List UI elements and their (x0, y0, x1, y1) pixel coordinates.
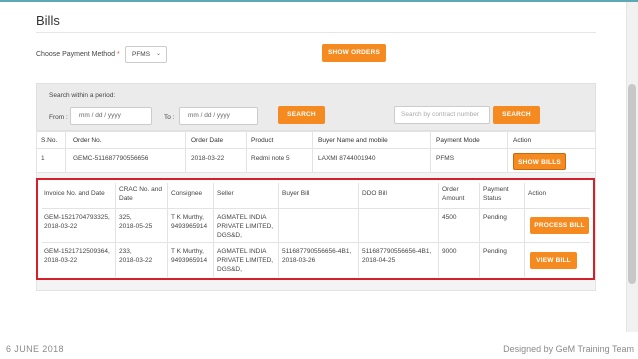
column-divider (185, 132, 186, 148)
cell-buyer: LAXMI 8744001940 (318, 155, 376, 162)
show-orders-button[interactable]: SHOW ORDERS (322, 44, 386, 62)
cell-consignee: T K Murthy, 9493965914 (171, 248, 208, 264)
search-period-label: Search within a period: (49, 92, 116, 99)
cell-consignee: T K Murthy, 9493965914 (171, 214, 208, 230)
cell-product: Redmi note 5 (251, 155, 290, 162)
col-payment-mode: Payment Mode (436, 137, 480, 144)
column-divider (507, 132, 508, 148)
cell-buyer-bill: 511687790556656-4B1, 2018-03-26 (282, 248, 352, 264)
col-payment-status: Payment Status (483, 186, 509, 202)
payment-method-value: PFMS (132, 51, 151, 58)
vertical-scrollbar[interactable] (626, 2, 638, 332)
view-bill-button[interactable]: VIEW BILL (530, 252, 577, 269)
col-consignee: Consignee (171, 190, 203, 197)
col-order-no: Order No. (73, 137, 102, 144)
col-invoice: Invoice No. and Date (44, 190, 105, 197)
cell-order-amount: 4500 (442, 214, 457, 221)
process-bill-button[interactable]: PROCESS BILL (530, 217, 589, 234)
cell-seller: AGMATEL INDIA PRIVATE LIMITED, DGS&D, (217, 248, 274, 273)
col-order-amount: Order Amount (442, 186, 465, 202)
date-search-button[interactable]: SEARCH (278, 106, 325, 124)
column-divider (430, 149, 431, 172)
table-row: GEM-1521704793325, 2018-03-22 325, 2018-… (42, 209, 590, 243)
title-divider (36, 32, 596, 33)
scrollbar-thumb[interactable] (628, 84, 636, 284)
payment-method-select[interactable]: PFMS ⌄ (125, 46, 167, 63)
column-divider (430, 132, 431, 148)
cell-payment-mode: PFMS (436, 155, 455, 162)
cell-order-no: GEMC-511687790556656 (73, 155, 149, 162)
table-row: 1 GEMC-511687790556656 2018-03-22 Redmi … (36, 149, 596, 173)
bills-table: Invoice No. and Date CRAC No. and Date C… (42, 183, 590, 277)
cell-payment-status: Pending (483, 214, 507, 221)
cell-crac: 233, 2018-03-22 (119, 248, 153, 264)
column-divider (507, 149, 508, 172)
to-date-input[interactable]: mm / dd / yyyy (179, 107, 258, 125)
chevron-down-icon: ⌄ (155, 51, 161, 57)
cell-seller: AGMATEL INDIA PRIVATE LIMITED, DGS&D, (217, 214, 274, 239)
required-mark: * (116, 51, 120, 58)
col-order-date: Order Date (191, 137, 224, 144)
from-date-input[interactable]: mm / dd / yyyy (70, 107, 152, 125)
top-accent-bar (0, 0, 638, 2)
column-divider (246, 149, 247, 172)
column-divider (65, 132, 66, 148)
cell-sno: 1 (41, 155, 45, 162)
from-label: From : (49, 114, 68, 121)
column-divider (312, 132, 313, 148)
col-bill-action: Action (528, 190, 547, 197)
column-divider (246, 132, 247, 148)
col-ddo-bill: DDO Bill (362, 190, 387, 197)
payment-method-label: Choose Payment Method * (36, 51, 120, 58)
cell-invoice: GEM-1521712509364, 2018-03-22 (44, 248, 110, 264)
footer-date: 6 JUNE 2018 (6, 344, 64, 354)
cell-order-amount: 9000 (442, 248, 457, 255)
to-label: To : (164, 114, 175, 121)
cell-ddo-bill: 511687790556656-4B1, 2018-04-25 (362, 248, 432, 264)
col-seller: Seller (217, 190, 234, 197)
orders-table-header: S.No. Order No. Order Date Product Buyer… (36, 131, 596, 149)
col-sno: S.No. (41, 137, 58, 144)
col-crac: CRAC No. and Date (119, 186, 162, 202)
column-divider (312, 149, 313, 172)
col-buyer-bill: Buyer Bill (282, 190, 310, 197)
bills-table-header: Invoice No. and Date CRAC No. and Date C… (42, 183, 590, 209)
col-product: Product (251, 137, 274, 144)
footer-credit: Designed by GeM Training Team (503, 344, 634, 354)
table-row: GEM-1521712509364, 2018-03-22 233, 2018-… (42, 243, 590, 277)
column-divider (65, 149, 66, 172)
column-divider (185, 149, 186, 172)
cell-crac: 325, 2018-05-25 (119, 214, 153, 230)
contract-search-input[interactable]: Search by contract number (394, 106, 490, 124)
cell-invoice: GEM-1521704793325, 2018-03-22 (44, 214, 110, 230)
cell-order-date: 2018-03-22 (191, 155, 225, 162)
col-action: Action (513, 137, 532, 144)
show-bills-button[interactable]: SHOW BILLS (513, 153, 566, 170)
col-buyer: Buyer Name and mobile (318, 137, 388, 144)
page-title: Bills (36, 13, 60, 28)
contract-search-button[interactable]: SEARCH (493, 106, 540, 124)
bills-highlight-box: Invoice No. and Date CRAC No. and Date C… (36, 178, 595, 280)
cell-payment-status: Pending (483, 248, 507, 255)
